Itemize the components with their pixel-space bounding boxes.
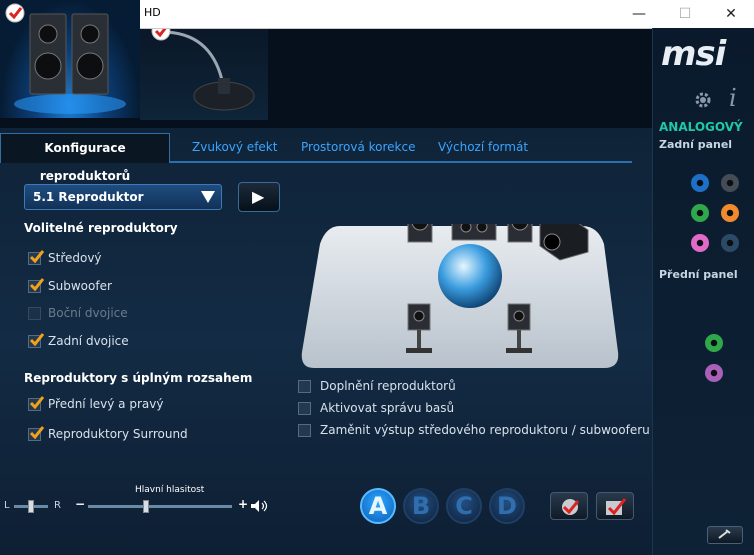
rear-panel-label: Zadní panel [659, 138, 733, 151]
optional-speakers-heading: Volitelné reproduktory [24, 221, 178, 235]
front-left-speaker-icon[interactable] [407, 185, 433, 243]
main-content: Konfigurace reproduktorů Zvukový efekt P… [0, 128, 652, 555]
center-speaker-icon[interactable] [451, 213, 497, 241]
rear-jack-5[interactable] [691, 234, 709, 252]
tab-bar: Konfigurace reproduktorů Zvukový efekt P… [0, 133, 632, 183]
wrench-icon [718, 529, 731, 539]
speaker-config-select[interactable]: 5.1 Reproduktor [24, 184, 222, 210]
option-aktivovat-spravu-basu-label: Aktivovat správu basů [320, 401, 455, 415]
speaker-stage-graphic [301, 185, 619, 368]
speaker-stage [300, 185, 620, 372]
microphone-device-tile[interactable] [140, 21, 268, 120]
apply-speaker-button[interactable] [550, 492, 588, 520]
right-panel: msi i ANALOGOVÝ Zadní panel Přední panel [652, 28, 754, 555]
master-volume-thumb[interactable] [142, 500, 149, 513]
rear-jack-6[interactable] [721, 234, 739, 252]
check-icon [562, 499, 580, 515]
option-zamenit-vystup-stredoveho-reproduktoru-subwooferu-checkbox[interactable] [298, 424, 311, 437]
speaker-device-tile[interactable] [0, 0, 141, 118]
title-bar: HD — ☐ ✕ [140, 0, 754, 29]
option-zamenit-vystup-stredoveho-reproduktoru-subwooferu-label: Zaměnit výstup středového reproduktoru /… [320, 423, 650, 437]
apply-device-button[interactable] [596, 492, 634, 520]
listener-orb-icon [438, 244, 502, 308]
check-badge-icon [5, 3, 25, 23]
balance-slider-thumb[interactable] [28, 500, 34, 513]
profile-b-button[interactable]: B [403, 488, 439, 524]
fullrange-predni-levy-a-pravy-checkbox[interactable] [28, 396, 45, 411]
chevron-down-icon [201, 191, 215, 203]
speaker-config-value: 5.1 Reproduktor [33, 190, 144, 204]
master-volume-label: Hlavní hlasitost [135, 485, 205, 495]
tab-speaker-configuration[interactable]: Konfigurace reproduktorů [0, 133, 170, 183]
profile-c-button[interactable]: C [446, 488, 482, 524]
rear-jack-3[interactable] [691, 204, 709, 222]
rear-jack-4[interactable] [721, 204, 739, 222]
balance-right-label: R [54, 500, 61, 511]
optional-bocni-dvojice-checkbox [28, 307, 41, 320]
fullrange-reproduktory-surround-checkbox[interactable] [28, 426, 45, 441]
mode-label: ANALOGOVÝ [659, 120, 743, 134]
speaker-volume-icon[interactable] [250, 499, 270, 513]
fullrange-predni-levy-a-pravy-label: Přední levý a pravý [48, 397, 164, 411]
window-title: HD [144, 6, 161, 19]
optional-bocni-dvojice-label: Boční dvojice [48, 306, 128, 320]
option-doplneni-reproduktoru-checkbox[interactable] [298, 380, 311, 393]
rear-jack-2[interactable] [721, 174, 739, 192]
optional-zadni-dvojice-label: Zadní dvojice [48, 333, 129, 348]
balance-slider[interactable] [14, 500, 48, 513]
maximize-button[interactable]: ☐ [662, 0, 708, 28]
wrench-button[interactable] [707, 526, 743, 544]
fullrange-heading: Reproduktory s úplným rozsahem [24, 371, 253, 385]
tab-default-format[interactable]: Výchozí formát [438, 140, 528, 154]
master-volume-slider[interactable] [88, 500, 232, 513]
optional-zadni-dvojice-checkbox[interactable] [28, 332, 45, 348]
check-edit-icon [606, 498, 627, 516]
option-aktivovat-spravu-basu-checkbox[interactable] [298, 402, 311, 415]
front-panel-label: Přední panel [659, 268, 738, 281]
rear-jack-1[interactable] [691, 174, 709, 192]
info-icon[interactable]: i [729, 84, 737, 112]
balance-left-label: L [4, 500, 10, 511]
optional-subwoofer-label: Subwoofer [48, 278, 112, 293]
gear-icon[interactable] [693, 90, 713, 110]
profile-a-button[interactable]: A [360, 488, 396, 524]
play-icon: ▶ [252, 187, 265, 206]
optional-stredovy-checkbox[interactable] [28, 250, 45, 265]
optional-subwoofer-checkbox[interactable] [28, 277, 45, 293]
volume-plus-button[interactable]: + [238, 497, 248, 511]
option-doplneni-reproduktoru-label: Doplnění reproduktorů [320, 379, 456, 393]
front-right-speaker-icon[interactable] [507, 185, 533, 243]
front-jack-2[interactable] [705, 364, 723, 382]
tab-room-correction[interactable]: Prostorová korekce [301, 140, 415, 154]
front-jack-1[interactable] [705, 334, 723, 352]
profile-d-button[interactable]: D [489, 488, 525, 524]
brand-logo: msi [661, 34, 726, 74]
tab-sound-effect[interactable]: Zvukový efekt [192, 140, 277, 154]
close-button[interactable]: ✕ [708, 0, 754, 28]
fullrange-reproduktory-surround-label: Reproduktory Surround [48, 427, 188, 441]
optional-stredovy-label: Středový [48, 251, 102, 265]
volume-minus-button[interactable]: − [75, 497, 85, 511]
minimize-button[interactable]: — [616, 0, 662, 28]
play-test-button[interactable]: ▶ [238, 182, 280, 212]
